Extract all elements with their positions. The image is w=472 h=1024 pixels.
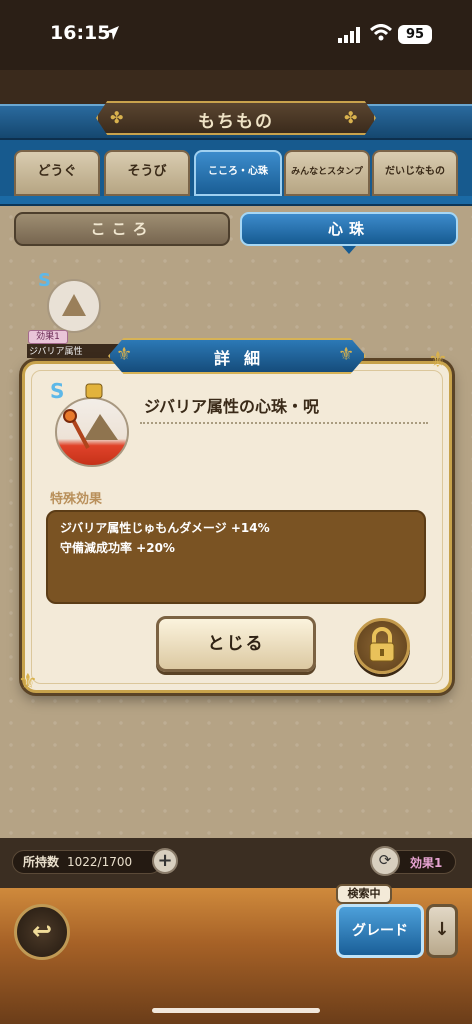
tab-equipment[interactable]: そうび (104, 150, 190, 196)
tab-kokoro[interactable]: こころ・心珠 (194, 150, 282, 196)
svg-text:S: S (50, 379, 64, 403)
subtab-kokoro[interactable]: こころ (14, 212, 230, 246)
inventory-count: 所持数 1022/1700 (12, 850, 162, 874)
fleur-icon: ⚜ (428, 348, 448, 373)
effect-line: ジバリア属性じゅもんダメージ +14% (60, 521, 270, 535)
lock-icon (369, 627, 395, 662)
gem-icon: S (38, 270, 101, 333)
lock-button[interactable] (354, 618, 410, 674)
tab-items[interactable]: どうぐ (14, 150, 100, 196)
down-arrow-icon: ↓ (434, 919, 450, 940)
subtab-shinju[interactable]: 心珠 (240, 212, 458, 246)
signal-icon (338, 27, 360, 43)
back-arrow-icon: ↩ (31, 917, 53, 945)
search-active-badge: 検索中 (336, 884, 392, 904)
sort-order-button[interactable]: ↓ (426, 904, 458, 958)
dialog-title: 詳細 (213, 349, 274, 368)
tab-stamps[interactable]: みんなとスタンプ (284, 150, 370, 196)
battery-icon: 95 (398, 25, 432, 44)
svg-text:S: S (38, 270, 51, 291)
special-effect-label: 特殊効果 (50, 492, 103, 507)
page-title: もちもの (198, 112, 274, 132)
cycle-icon[interactable]: ⟳ (370, 846, 400, 876)
dialog-item-name: ジバリア属性の心珠・呪 (144, 397, 320, 416)
status-bar: 16:15 95 (0, 0, 472, 70)
effect-list: ジバリア属性じゅもんダメージ +14% 守備減成功率 +20% (46, 510, 426, 604)
back-button[interactable]: ↩ (14, 904, 70, 960)
fleur-icon: ⚜ (18, 670, 38, 695)
gem-icon: S (50, 379, 129, 467)
expand-inventory-button[interactable]: + (152, 848, 178, 874)
effect-line: 守備減成功率 +20% (60, 541, 175, 555)
subtab-pointer (342, 246, 356, 254)
grade-sort-button[interactable]: グレード (336, 904, 424, 958)
divider (140, 422, 428, 424)
home-indicator (152, 1008, 320, 1013)
tab-key-items[interactable]: だいじなもの (372, 150, 458, 196)
status-time: 16:15 (50, 22, 111, 44)
effect-badge: 効果1 (28, 330, 68, 344)
close-button[interactable]: とじる (156, 616, 316, 672)
tab-divider (0, 196, 472, 206)
inventory-label: 所持数 (23, 855, 60, 869)
location-arrow-icon (105, 26, 119, 40)
effect-filter-label: 効果1 (410, 856, 443, 870)
inventory-value: 1022/1700 (67, 855, 133, 869)
wifi-icon (370, 24, 392, 41)
